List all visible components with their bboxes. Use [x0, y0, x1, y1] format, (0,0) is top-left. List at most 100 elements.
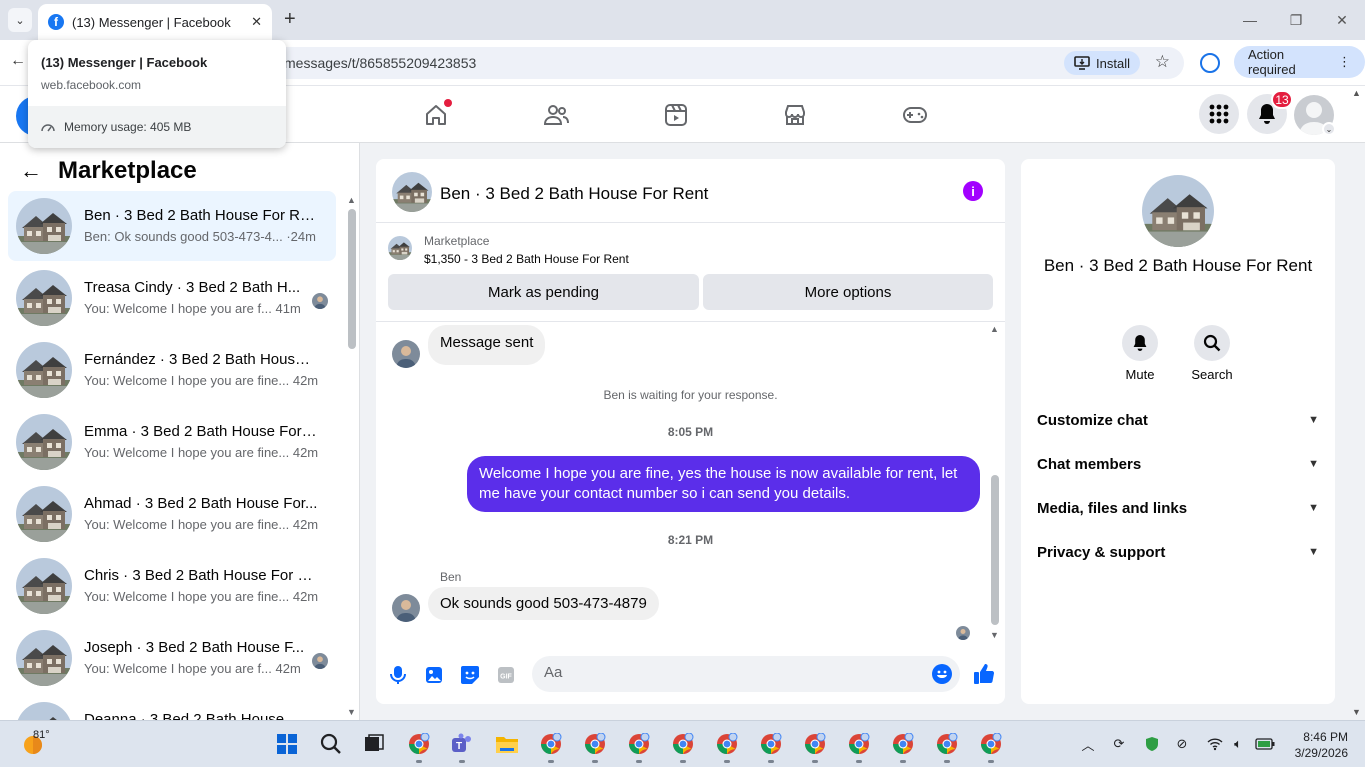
- mute-action[interactable]: Mute: [1115, 325, 1165, 382]
- windows-start-icon[interactable]: [274, 731, 300, 757]
- chrome-window-icon[interactable]: [626, 731, 652, 757]
- media-files-row[interactable]: Media, files and links ▼: [1037, 492, 1319, 524]
- chat-list-item[interactable]: Deanna · 3 Bed 2 Bath House: [8, 695, 336, 720]
- chrome-window-icon[interactable]: [934, 731, 960, 757]
- minimize-icon[interactable]: —: [1227, 0, 1273, 40]
- tray-battery-icon[interactable]: [1255, 734, 1275, 754]
- file-explorer-icon[interactable]: [494, 731, 520, 757]
- chat-list-item[interactable]: Treasa Cindy · 3 Bed 2 Bath H... You: Wel…: [8, 263, 336, 333]
- gif-icon[interactable]: GIF: [495, 664, 517, 686]
- page-scroll-up-icon[interactable]: ▲: [1352, 88, 1361, 98]
- sidebar-back-arrow-icon[interactable]: ←: [20, 158, 42, 184]
- chrome-profile-icon[interactable]: [406, 731, 432, 757]
- chrome-window-icon[interactable]: [802, 731, 828, 757]
- chrome-window-icon[interactable]: [846, 731, 872, 757]
- chat-members-row[interactable]: Chat members ▼: [1037, 448, 1319, 480]
- photo-attach-icon[interactable]: [423, 664, 445, 686]
- chat-list-item[interactable]: Ben · 3 Bed 2 Bath House For Rent Ben: Ok…: [8, 191, 336, 261]
- sticker-icon[interactable]: [459, 664, 481, 686]
- nav-friends-icon[interactable]: [543, 102, 569, 128]
- action-required-button[interactable]: Action required ⋮: [1234, 46, 1365, 78]
- system-clock[interactable]: 8:46 PM 3/29/2026: [1288, 729, 1348, 761]
- tray-overflow-chevron-icon[interactable]: ︿: [1078, 734, 1098, 754]
- customize-chat-row[interactable]: Customize chat ▼: [1037, 404, 1319, 436]
- nav-gaming-icon[interactable]: [902, 102, 928, 128]
- taskbar-search-icon[interactable]: [318, 731, 344, 757]
- nav-video-icon[interactable]: [663, 102, 689, 128]
- search-action[interactable]: Search: [1187, 325, 1237, 382]
- mute-bell-icon[interactable]: [1122, 325, 1158, 361]
- tray-cloud-off-icon[interactable]: ⊘: [1172, 734, 1192, 754]
- chat-list-item[interactable]: Ahmad · 3 Bed 2 Bath House For... You: We…: [8, 479, 336, 549]
- nav-marketplace-icon[interactable]: [782, 102, 808, 128]
- browser-tabstrip: ⌄ f (13) Messenger | Facebook ✕ + — ❐ ✕: [0, 0, 1365, 40]
- new-tab-plus-icon[interactable]: +: [284, 9, 296, 29]
- chrome-window-icon[interactable]: [670, 731, 696, 757]
- sidebar-scrollbar[interactable]: [348, 209, 356, 349]
- chrome-window-icon[interactable]: [890, 731, 916, 757]
- chrome-window-icon[interactable]: [582, 731, 608, 757]
- conversation-title[interactable]: Ben · 3 Bed 2 Bath House For Rent: [440, 184, 708, 204]
- tray-volume-icon[interactable]: 🔈︎: [1228, 734, 1248, 754]
- tab-search-chevron-icon[interactable]: ⌄: [8, 8, 32, 32]
- running-indicator: [944, 760, 950, 763]
- bookmark-star-icon[interactable]: ☆: [1155, 52, 1170, 72]
- convo-scroll-up-icon[interactable]: ▲: [990, 324, 999, 334]
- tray-security-icon[interactable]: [1142, 734, 1162, 754]
- chat-thumbnail: [16, 486, 72, 542]
- window-close-icon[interactable]: ✕: [1319, 0, 1365, 40]
- sidebar-scroll-down-icon[interactable]: ▼: [347, 707, 356, 717]
- chat-name: Treasa Cindy · 3 Bed 2 Bath H...: [84, 279, 301, 296]
- conversation-scrollbar[interactable]: [991, 475, 999, 625]
- browser-profile-icon[interactable]: [1200, 53, 1220, 73]
- menu-grid-icon[interactable]: [1199, 94, 1239, 134]
- sender-avatar-2[interactable]: [392, 594, 420, 622]
- browser-back-icon[interactable]: ←: [10, 52, 26, 70]
- message-composer[interactable]: [532, 656, 960, 692]
- tray-wifi-icon[interactable]: [1205, 734, 1225, 754]
- chrome-window-icon[interactable]: [978, 731, 1004, 757]
- account-chevron-icon[interactable]: ⌄: [1322, 122, 1336, 136]
- tray-sync-icon[interactable]: ⟳: [1109, 734, 1129, 754]
- clock-time: 8:46 PM: [1303, 730, 1348, 744]
- nav-home-icon[interactable]: [423, 99, 452, 128]
- restore-icon[interactable]: ❐: [1273, 0, 1319, 40]
- windows-taskbar: 81° T ︿ ⟳ ⊘ 🔈︎ 8:46 PM 3/29/2026: [0, 720, 1365, 767]
- sender-avatar[interactable]: [392, 340, 420, 368]
- thumbs-up-icon[interactable]: [972, 662, 996, 686]
- convo-scroll-down-icon[interactable]: ▼: [990, 630, 999, 640]
- emoji-icon[interactable]: [932, 664, 952, 684]
- notifications-bell-icon[interactable]: 13: [1247, 90, 1293, 134]
- conversation-info-icon[interactable]: i: [963, 181, 983, 201]
- chrome-window-icon[interactable]: [538, 731, 564, 757]
- chat-name: Fernández · 3 Bed 2 Bath House ...: [84, 351, 318, 368]
- task-view-icon[interactable]: [361, 731, 387, 757]
- privacy-support-row[interactable]: Privacy & support ▼: [1037, 536, 1319, 568]
- listing-divider: [376, 321, 1005, 322]
- running-indicator: [724, 760, 730, 763]
- tab-close-icon[interactable]: ✕: [251, 14, 262, 30]
- listing-thumbnail[interactable]: [388, 236, 412, 260]
- running-indicator: [768, 760, 774, 763]
- chat-list-item[interactable]: Joseph · 3 Bed 2 Bath House F... You: Wel…: [8, 623, 336, 693]
- chat-preview: You: Welcome I hope you are fine... 42m: [84, 589, 319, 604]
- more-options-button[interactable]: More options: [703, 274, 993, 310]
- install-app-button[interactable]: Install: [1064, 51, 1140, 75]
- details-avatar[interactable]: [1142, 175, 1214, 247]
- chat-list-item[interactable]: Chris · 3 Bed 2 Bath House For R... You: …: [8, 551, 336, 621]
- chat-list-item[interactable]: Emma · 3 Bed 2 Bath House For ... You: We…: [8, 407, 336, 477]
- chrome-window-icon[interactable]: [758, 731, 784, 757]
- chrome-window-icon[interactable]: [714, 731, 740, 757]
- mark-as-pending-button[interactable]: Mark as pending: [388, 274, 699, 310]
- conversation-avatar[interactable]: [392, 172, 432, 212]
- listing-price-title[interactable]: $1,350 - 3 Bed 2 Bath House For Rent: [424, 252, 629, 266]
- browser-tab-messenger[interactable]: f (13) Messenger | Facebook ✕: [38, 4, 272, 40]
- voice-mic-icon[interactable]: [387, 664, 409, 686]
- sidebar-scroll-up-icon[interactable]: ▲: [347, 195, 356, 205]
- message-input[interactable]: [544, 664, 914, 681]
- chat-list-item[interactable]: Fernández · 3 Bed 2 Bath House ... You: W…: [8, 335, 336, 405]
- page-scroll-down-icon[interactable]: ▼: [1352, 707, 1361, 717]
- search-icon[interactable]: [1194, 325, 1230, 361]
- running-indicator: [592, 760, 598, 763]
- teams-icon[interactable]: T: [449, 731, 475, 757]
